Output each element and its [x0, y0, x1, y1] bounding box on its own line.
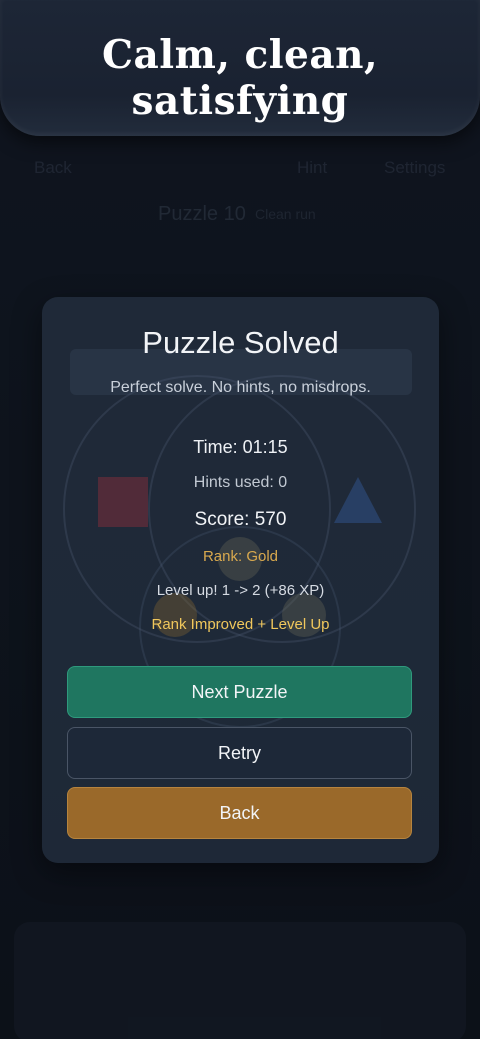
rank-stat: Rank: Gold	[202, 548, 279, 565]
back-button[interactable]: Back	[67, 787, 412, 839]
modal-title: Puzzle Solved	[142, 325, 339, 360]
caption-text: Calm, clean, satisfying	[101, 32, 379, 124]
next-puzzle-button[interactable]: Next Puzzle	[67, 666, 412, 718]
result-modal: Puzzle Solved Perfect solve. No hints, n…	[42, 297, 439, 863]
hints-used-stat: Hints used: 0	[193, 474, 288, 491]
app-screen: Back Hint Settings Puzzle 10 Clean run P…	[0, 0, 480, 1039]
retry-button[interactable]: Retry	[67, 727, 412, 779]
modal-subtitle: Perfect solve. No hints, no misdrops.	[110, 379, 371, 396]
progress-status-text: Rank Improved + Level Up	[151, 616, 330, 633]
level-up-text: Level up! 1 -> 2 (+86 XP)	[156, 582, 325, 599]
time-stat: Time: 01:15	[193, 437, 288, 457]
caption-banner: Calm, clean, satisfying	[0, 0, 480, 136]
score-stat: Score: 570	[194, 509, 287, 530]
